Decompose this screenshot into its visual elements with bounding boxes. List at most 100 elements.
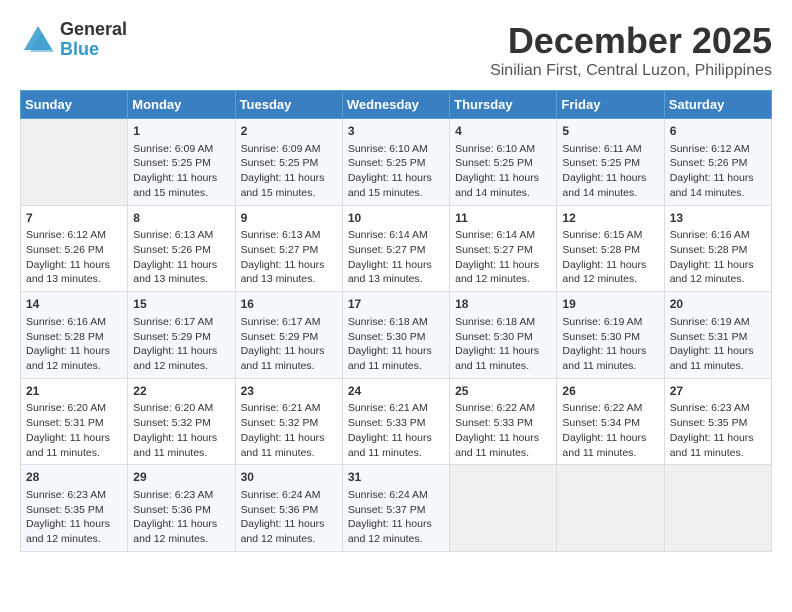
calendar-cell: 9Sunrise: 6:13 AMSunset: 5:27 PMDaylight…	[235, 205, 342, 292]
sunrise-text: Sunrise: 6:15 AM	[562, 228, 658, 243]
calendar-cell: 1Sunrise: 6:09 AMSunset: 5:25 PMDaylight…	[128, 119, 235, 206]
sunrise-text: Sunrise: 6:16 AM	[670, 228, 766, 243]
calendar-cell	[664, 465, 771, 552]
calendar-cell: 16Sunrise: 6:17 AMSunset: 5:29 PMDayligh…	[235, 292, 342, 379]
day-number: 28	[26, 469, 122, 486]
sunrise-text: Sunrise: 6:16 AM	[26, 315, 122, 330]
daylight-text: Daylight: 11 hours and 11 minutes.	[348, 344, 444, 373]
header-sunday: Sunday	[21, 91, 128, 119]
day-number: 15	[133, 296, 229, 313]
daylight-text: Daylight: 11 hours and 11 minutes.	[670, 344, 766, 373]
day-number: 6	[670, 123, 766, 140]
calendar-cell: 22Sunrise: 6:20 AMSunset: 5:32 PMDayligh…	[128, 378, 235, 465]
sunrise-text: Sunrise: 6:13 AM	[241, 228, 337, 243]
calendar-cell: 3Sunrise: 6:10 AMSunset: 5:25 PMDaylight…	[342, 119, 449, 206]
sunrise-text: Sunrise: 6:20 AM	[26, 401, 122, 416]
calendar-cell: 10Sunrise: 6:14 AMSunset: 5:27 PMDayligh…	[342, 205, 449, 292]
page-header: General Blue December 2025 Sinilian Firs…	[20, 20, 772, 80]
sunrise-text: Sunrise: 6:23 AM	[133, 488, 229, 503]
calendar-cell: 20Sunrise: 6:19 AMSunset: 5:31 PMDayligh…	[664, 292, 771, 379]
logo-general-text: General	[60, 20, 127, 40]
sunset-text: Sunset: 5:37 PM	[348, 503, 444, 518]
day-number: 2	[241, 123, 337, 140]
day-number: 31	[348, 469, 444, 486]
calendar-cell: 27Sunrise: 6:23 AMSunset: 5:35 PMDayligh…	[664, 378, 771, 465]
calendar-cell: 13Sunrise: 6:16 AMSunset: 5:28 PMDayligh…	[664, 205, 771, 292]
day-number: 24	[348, 383, 444, 400]
calendar-cell: 23Sunrise: 6:21 AMSunset: 5:32 PMDayligh…	[235, 378, 342, 465]
daylight-text: Daylight: 11 hours and 12 minutes.	[241, 517, 337, 546]
calendar-week-5: 28Sunrise: 6:23 AMSunset: 5:35 PMDayligh…	[21, 465, 772, 552]
sunrise-text: Sunrise: 6:17 AM	[241, 315, 337, 330]
calendar-week-4: 21Sunrise: 6:20 AMSunset: 5:31 PMDayligh…	[21, 378, 772, 465]
sunrise-text: Sunrise: 6:18 AM	[455, 315, 551, 330]
daylight-text: Daylight: 11 hours and 15 minutes.	[241, 171, 337, 200]
day-number: 9	[241, 210, 337, 227]
sunset-text: Sunset: 5:25 PM	[455, 156, 551, 171]
sunset-text: Sunset: 5:27 PM	[348, 243, 444, 258]
sunrise-text: Sunrise: 6:12 AM	[26, 228, 122, 243]
calendar-cell: 5Sunrise: 6:11 AMSunset: 5:25 PMDaylight…	[557, 119, 664, 206]
sunrise-text: Sunrise: 6:22 AM	[455, 401, 551, 416]
header-saturday: Saturday	[664, 91, 771, 119]
calendar-cell	[450, 465, 557, 552]
day-number: 4	[455, 123, 551, 140]
daylight-text: Daylight: 11 hours and 13 minutes.	[133, 258, 229, 287]
day-number: 21	[26, 383, 122, 400]
daylight-text: Daylight: 11 hours and 11 minutes.	[455, 431, 551, 460]
sunset-text: Sunset: 5:31 PM	[26, 416, 122, 431]
sunset-text: Sunset: 5:29 PM	[133, 330, 229, 345]
daylight-text: Daylight: 11 hours and 12 minutes.	[26, 344, 122, 373]
daylight-text: Daylight: 11 hours and 12 minutes.	[26, 517, 122, 546]
daylight-text: Daylight: 11 hours and 15 minutes.	[348, 171, 444, 200]
sunset-text: Sunset: 5:31 PM	[670, 330, 766, 345]
daylight-text: Daylight: 11 hours and 11 minutes.	[562, 344, 658, 373]
day-number: 10	[348, 210, 444, 227]
daylight-text: Daylight: 11 hours and 13 minutes.	[26, 258, 122, 287]
daylight-text: Daylight: 11 hours and 15 minutes.	[133, 171, 229, 200]
sunrise-text: Sunrise: 6:11 AM	[562, 142, 658, 157]
day-number: 1	[133, 123, 229, 140]
calendar-cell: 11Sunrise: 6:14 AMSunset: 5:27 PMDayligh…	[450, 205, 557, 292]
daylight-text: Daylight: 11 hours and 11 minutes.	[133, 431, 229, 460]
sunset-text: Sunset: 5:25 PM	[348, 156, 444, 171]
sunset-text: Sunset: 5:32 PM	[241, 416, 337, 431]
day-number: 23	[241, 383, 337, 400]
calendar-cell	[557, 465, 664, 552]
daylight-text: Daylight: 11 hours and 11 minutes.	[241, 344, 337, 373]
calendar-header-row: SundayMondayTuesdayWednesdayThursdayFrid…	[21, 91, 772, 119]
sunrise-text: Sunrise: 6:24 AM	[348, 488, 444, 503]
sunset-text: Sunset: 5:28 PM	[562, 243, 658, 258]
daylight-text: Daylight: 11 hours and 14 minutes.	[562, 171, 658, 200]
sunset-text: Sunset: 5:29 PM	[241, 330, 337, 345]
sunset-text: Sunset: 5:32 PM	[133, 416, 229, 431]
sunrise-text: Sunrise: 6:22 AM	[562, 401, 658, 416]
day-number: 25	[455, 383, 551, 400]
logo: General Blue	[20, 20, 127, 60]
calendar-cell: 4Sunrise: 6:10 AMSunset: 5:25 PMDaylight…	[450, 119, 557, 206]
day-number: 12	[562, 210, 658, 227]
sunset-text: Sunset: 5:28 PM	[26, 330, 122, 345]
daylight-text: Daylight: 11 hours and 12 minutes.	[562, 258, 658, 287]
calendar-cell	[21, 119, 128, 206]
calendar-cell: 7Sunrise: 6:12 AMSunset: 5:26 PMDaylight…	[21, 205, 128, 292]
sunset-text: Sunset: 5:27 PM	[241, 243, 337, 258]
sunrise-text: Sunrise: 6:18 AM	[348, 315, 444, 330]
daylight-text: Daylight: 11 hours and 11 minutes.	[26, 431, 122, 460]
day-number: 20	[670, 296, 766, 313]
sunset-text: Sunset: 5:36 PM	[241, 503, 337, 518]
logo-blue-text: Blue	[60, 40, 127, 60]
calendar-cell: 28Sunrise: 6:23 AMSunset: 5:35 PMDayligh…	[21, 465, 128, 552]
daylight-text: Daylight: 11 hours and 11 minutes.	[670, 431, 766, 460]
sunrise-text: Sunrise: 6:19 AM	[562, 315, 658, 330]
sunset-text: Sunset: 5:35 PM	[670, 416, 766, 431]
daylight-text: Daylight: 11 hours and 11 minutes.	[562, 431, 658, 460]
daylight-text: Daylight: 11 hours and 12 minutes.	[133, 517, 229, 546]
calendar-table: SundayMondayTuesdayWednesdayThursdayFrid…	[20, 90, 772, 552]
sunset-text: Sunset: 5:33 PM	[455, 416, 551, 431]
sunset-text: Sunset: 5:33 PM	[348, 416, 444, 431]
header-monday: Monday	[128, 91, 235, 119]
daylight-text: Daylight: 11 hours and 12 minutes.	[348, 517, 444, 546]
sunrise-text: Sunrise: 6:09 AM	[241, 142, 337, 157]
calendar-cell: 18Sunrise: 6:18 AMSunset: 5:30 PMDayligh…	[450, 292, 557, 379]
